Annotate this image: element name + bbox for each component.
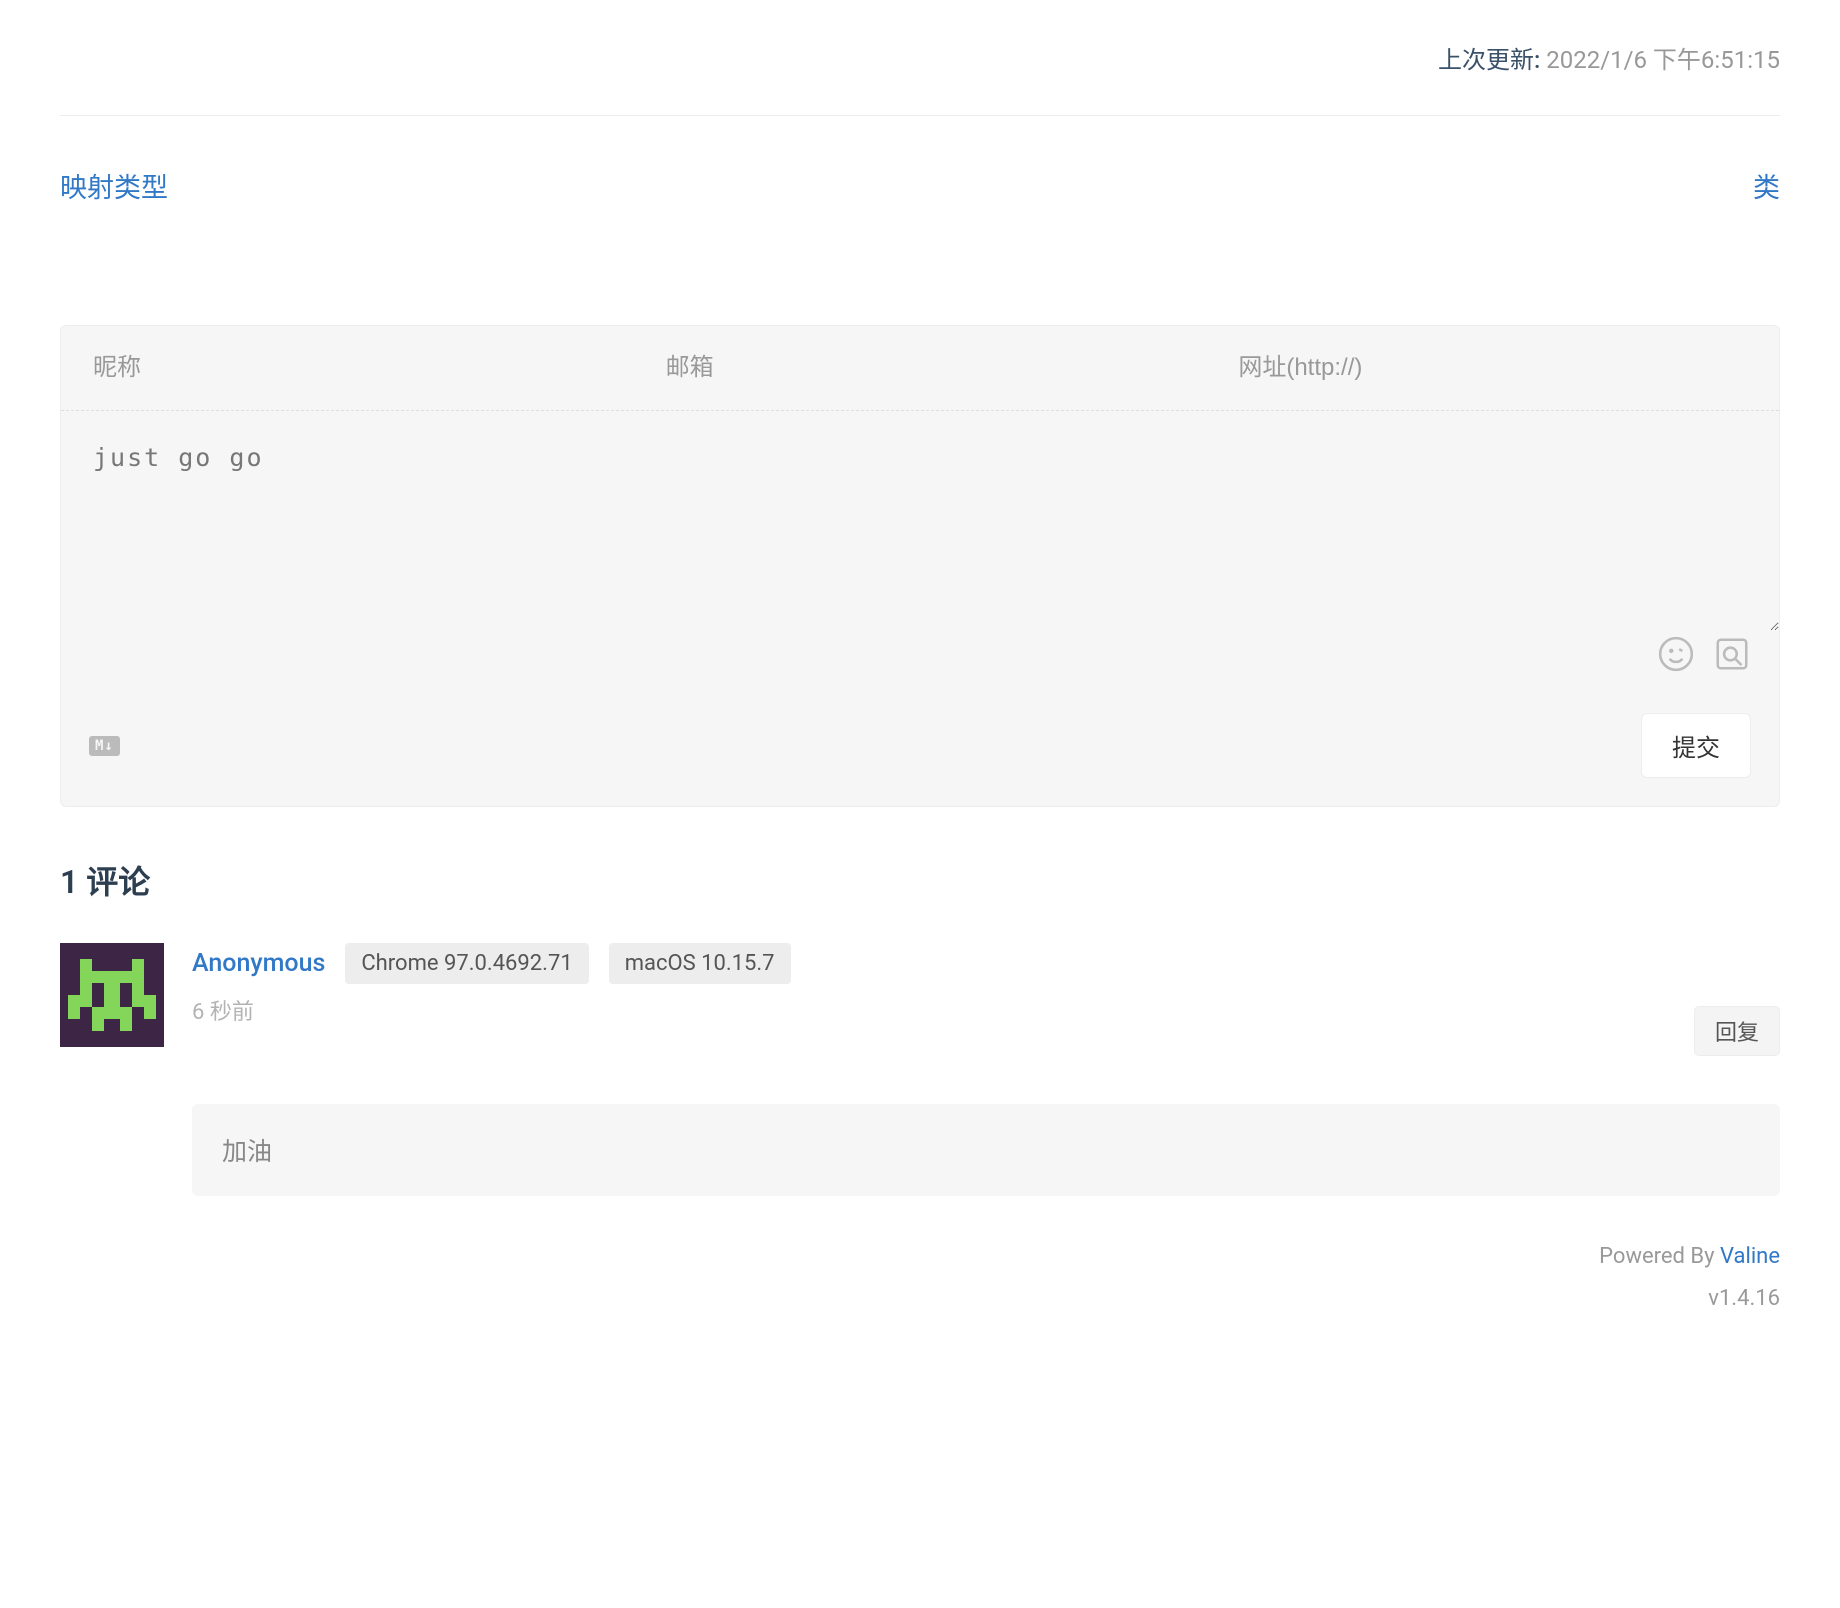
powered-by: Powered By Valine v1.4.16 bbox=[60, 1236, 1780, 1320]
url-input[interactable] bbox=[1206, 326, 1779, 410]
last-updated-time: 2022/1/6 下午6:51:15 bbox=[1546, 46, 1780, 74]
divider bbox=[60, 115, 1780, 116]
valine-link[interactable]: Valine bbox=[1720, 1244, 1780, 1269]
author-name[interactable]: Anonymous bbox=[192, 949, 325, 978]
comments-count: 1 bbox=[60, 863, 78, 901]
nickname-input[interactable] bbox=[61, 326, 634, 410]
prev-link[interactable]: 映射类型 bbox=[60, 166, 168, 205]
version-text: v1.4.16 bbox=[60, 1278, 1780, 1320]
submit-button[interactable]: 提交 bbox=[1641, 713, 1751, 778]
comment-content: 加油 bbox=[192, 1104, 1780, 1196]
next-link[interactable]: 类 bbox=[1753, 166, 1780, 205]
email-input[interactable] bbox=[634, 326, 1207, 410]
comments-heading: 1 评论 bbox=[60, 857, 1780, 903]
comment-toolbar bbox=[61, 635, 1779, 693]
last-updated-label: 上次更新: bbox=[1438, 46, 1540, 74]
markdown-badge-icon[interactable]: M↓ bbox=[89, 736, 120, 756]
comments-heading-suffix: 评论 bbox=[86, 863, 150, 901]
reply-button[interactable]: 回复 bbox=[1694, 1006, 1780, 1056]
comment-item: Anonymous Chrome 97.0.4692.71 macOS 10.1… bbox=[60, 943, 1780, 1074]
browser-badge: Chrome 97.0.4692.71 bbox=[345, 943, 588, 984]
page-nav: 映射类型 类 bbox=[60, 166, 1780, 205]
comment-form: M↓ 提交 bbox=[60, 325, 1780, 807]
emoji-icon[interactable] bbox=[1657, 635, 1695, 673]
avatar bbox=[60, 943, 164, 1047]
comment-form-header bbox=[61, 326, 1779, 411]
preview-icon[interactable] bbox=[1713, 635, 1751, 673]
powered-by-prefix: Powered By bbox=[1599, 1244, 1720, 1269]
comment-form-footer: M↓ 提交 bbox=[61, 693, 1779, 806]
comment-textarea[interactable] bbox=[61, 411, 1779, 631]
comment-body: Anonymous Chrome 97.0.4692.71 macOS 10.1… bbox=[192, 943, 1780, 1074]
comment-meta: Anonymous Chrome 97.0.4692.71 macOS 10.1… bbox=[192, 943, 1780, 984]
last-updated: 上次更新: 2022/1/6 下午6:51:15 bbox=[60, 40, 1780, 75]
os-badge: macOS 10.15.7 bbox=[609, 943, 791, 984]
